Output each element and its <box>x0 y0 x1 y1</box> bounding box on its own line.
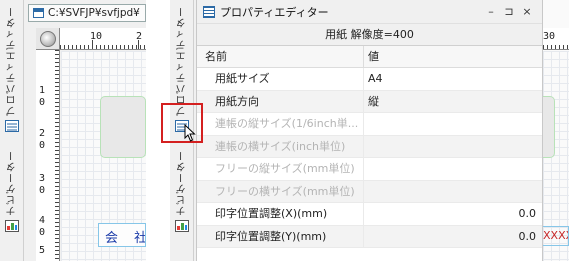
navigator-icon <box>5 220 19 232</box>
property-name: 用紙サイズ <box>197 68 364 90</box>
ruler-label: 0 <box>39 227 46 238</box>
mouse-cursor-icon <box>184 124 196 142</box>
property-value[interactable]: 0.0 <box>364 203 542 225</box>
horizontal-ruler-edge: 30 <box>543 28 569 50</box>
highlight-box <box>161 103 203 143</box>
canvas-edge: 30 XXXX <box>543 0 569 261</box>
ruler-ticks <box>60 45 146 49</box>
vertical-ruler: 1 0 2 0 3 0 4 0 5 <box>36 50 60 261</box>
navigator-icon <box>175 220 189 232</box>
property-editor-icon <box>5 120 19 132</box>
property-editor-titlebar[interactable]: プロパティエディター – ⊐ × <box>197 0 542 24</box>
close-button[interactable]: × <box>518 5 536 18</box>
property-name: 連帳の横サイズ(inch単位) <box>197 135 364 157</box>
property-value <box>364 113 542 135</box>
property-value[interactable]: 0.0 <box>364 226 542 248</box>
property-row-free-height: フリーの縦サイズ(mm単位) <box>197 158 542 181</box>
ruler-label: 0 <box>39 140 46 151</box>
property-name: 印字位置調整(X)(mm) <box>197 203 364 225</box>
red-text-field-edge[interactable]: XXXX <box>543 226 569 246</box>
ruler-label: 0 <box>39 97 46 108</box>
ruler-label: 2 <box>136 31 143 42</box>
ruler-origin-knob-icon[interactable] <box>39 30 56 47</box>
rounded-rect-shape-edge[interactable] <box>543 96 555 158</box>
property-name: フリーの縦サイズ(mm単位) <box>197 158 364 180</box>
property-row-continuous-width: 連帳の横サイズ(inch単位) <box>197 135 542 158</box>
tab-navigator[interactable]: ナビゲーター <box>2 150 22 236</box>
property-row-continuous-height: 連帳の縦サイズ(1/6inch単... <box>197 113 542 136</box>
property-row-paper-size[interactable]: 用紙サイズ A4 <box>197 68 542 91</box>
rounded-rect-shape[interactable] <box>100 96 146 158</box>
property-editor-title: プロパティエディター <box>220 5 329 19</box>
company-text-field[interactable]: 会 社 <box>98 223 146 247</box>
ruler-corner[interactable] <box>36 28 60 50</box>
property-value <box>364 136 542 158</box>
property-value[interactable]: 縦 <box>364 91 542 113</box>
tab-navigator[interactable]: ナビゲーター <box>172 150 192 236</box>
ruler-label: 1 <box>39 85 46 96</box>
tab-property-editor-label: プロパティエディター <box>176 6 188 116</box>
property-value[interactable]: A4 <box>364 68 542 90</box>
ruler-label: 5 <box>39 245 46 256</box>
pin-button[interactable]: ⊐ <box>500 5 518 18</box>
property-editor-icon <box>203 5 215 18</box>
ruler-ticks <box>543 45 569 49</box>
ruler-label: 0 <box>39 185 46 196</box>
property-row-free-width: フリーの横サイズ(mm単位) <box>197 180 542 203</box>
tab-navigator-label: ナビゲーター <box>176 150 188 216</box>
property-name: フリーの横サイズ(mm単位) <box>197 180 364 202</box>
ruler-major-tick <box>92 40 93 49</box>
property-table-header: 名前 値 <box>197 46 542 68</box>
tab-property-editor-label: プロパティエディター <box>6 6 18 116</box>
property-editor-window: プロパティエディター – ⊐ × 用紙 解像度=400 名前 値 用紙サイズ A… <box>196 0 543 261</box>
document-path: C:¥SVFJP¥svfjpd¥ <box>48 7 140 19</box>
column-header-name[interactable]: 名前 <box>197 46 364 67</box>
ruler-label: 2 <box>39 128 46 139</box>
designer-left-panel: プロパティエディター ナビゲーター C:¥SVFJP¥svfjpd¥ 10 2 … <box>0 0 146 261</box>
property-value <box>364 158 542 180</box>
document-window-title[interactable]: C:¥SVFJP¥svfjpd¥ <box>28 4 146 22</box>
ruler-label: 4 <box>39 215 46 226</box>
property-caption: 用紙 解像度=400 <box>197 24 542 46</box>
horizontal-ruler: 10 2 <box>60 28 146 50</box>
ruler-major-tick <box>138 40 139 49</box>
window-icon <box>33 8 44 18</box>
left-vertical-tab-strip: プロパティエディター ナビゲーター <box>0 0 24 261</box>
minimize-button[interactable]: – <box>482 5 500 18</box>
ruler-label: 30 <box>543 31 556 42</box>
ruler-ticks <box>55 50 59 261</box>
property-name: 用紙方向 <box>197 90 364 112</box>
tab-navigator-label: ナビゲーター <box>6 150 18 216</box>
property-row-paper-orientation[interactable]: 用紙方向 縦 <box>197 90 542 113</box>
property-name: 連帳の縦サイズ(1/6inch単... <box>197 113 364 135</box>
tab-property-editor[interactable]: プロパティエディター <box>2 6 22 136</box>
property-row-print-offset-y[interactable]: 印字位置調整(Y)(mm) 0.0 <box>197 225 542 248</box>
column-header-value[interactable]: 値 <box>364 46 542 67</box>
designer-right-panel: プロパティエディター ナビゲーター プロパティエディター – ⊐ × 用紙 解像… <box>170 0 569 261</box>
property-value <box>364 181 542 203</box>
property-row-print-offset-x[interactable]: 印字位置調整(X)(mm) 0.0 <box>197 203 542 226</box>
property-name: 印字位置調整(Y)(mm) <box>197 225 364 247</box>
ruler-label: 3 <box>39 173 46 184</box>
